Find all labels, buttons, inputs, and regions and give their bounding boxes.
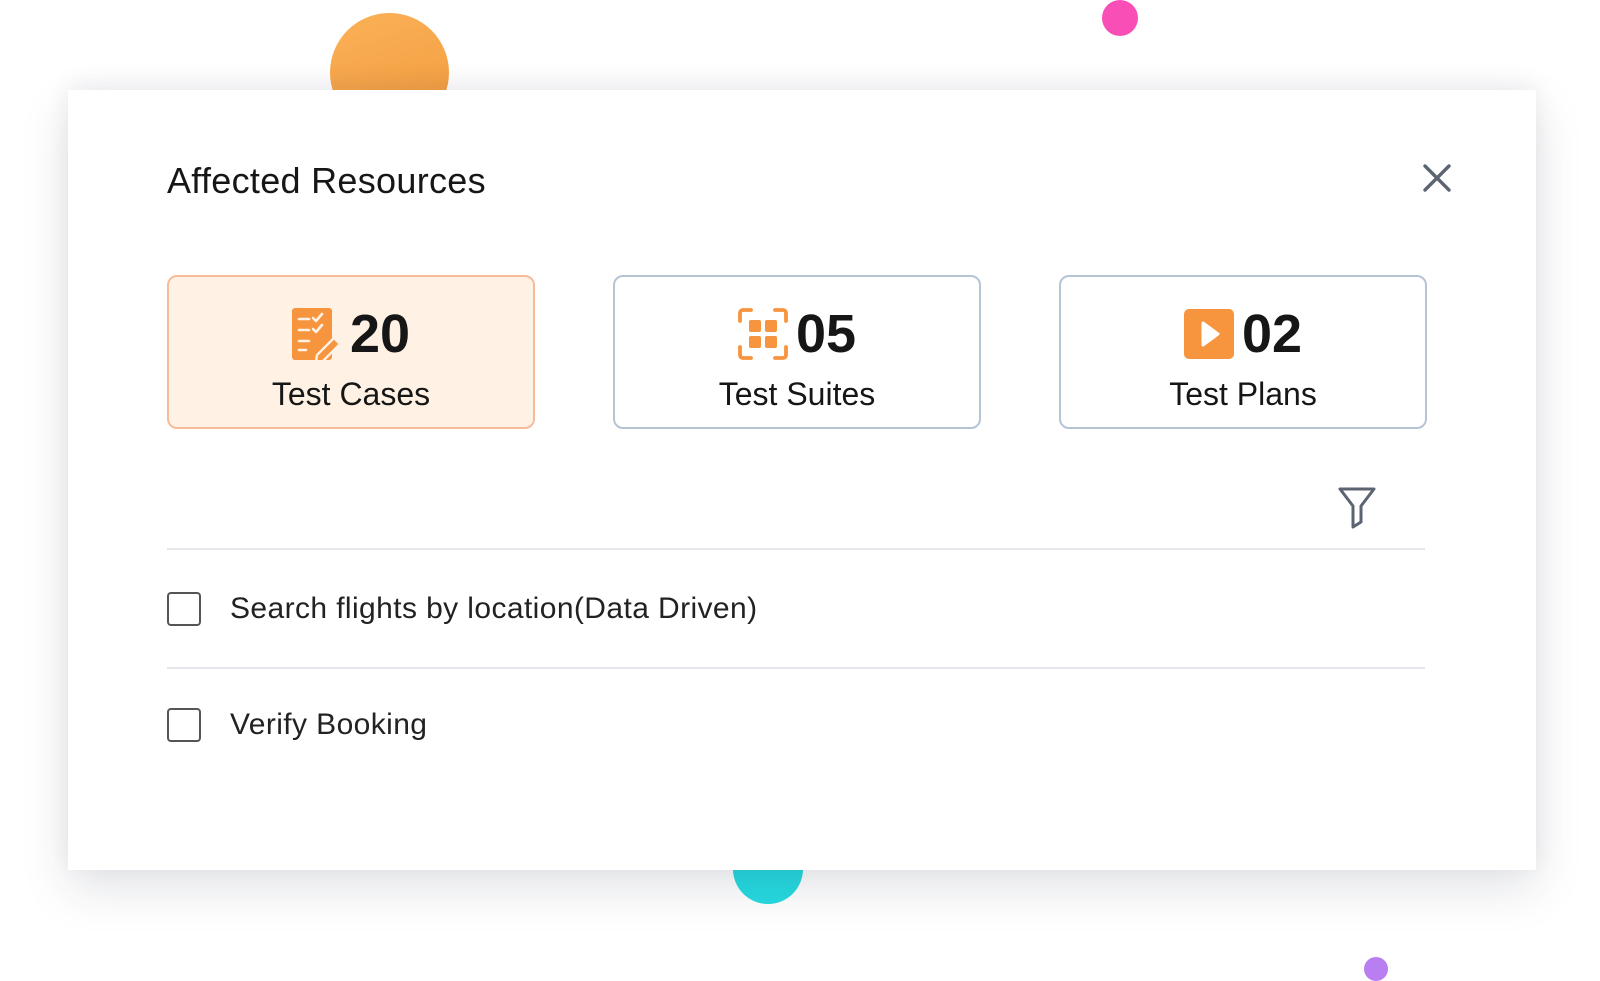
affected-resources-modal: Affected Resources 20 Test Cases 05 Test… [68,90,1536,870]
test-cases-count: 20 [349,304,411,364]
test-plans-card[interactable]: 02 Test Plans [1059,275,1427,429]
list-item: Search flights by location(Data Driven) [167,589,1425,629]
filter-button[interactable] [1337,485,1377,529]
test-cases-icon [291,308,342,360]
test-plans-icon [1183,308,1234,360]
test-plans-count: 02 [1241,304,1303,364]
list-item-label: Search flights by location(Data Driven) [230,592,758,625]
test-suites-count: 05 [795,304,857,364]
test-plans-label: Test Plans [1169,376,1317,412]
test-suites-icon [738,308,788,360]
test-cases-label: Test Cases [271,376,431,412]
list-row-divider [167,667,1425,669]
list-item-checkbox[interactable] [167,592,201,626]
decorative-pink-dot [1102,0,1138,36]
modal-title: Affected Resources [167,160,486,201]
test-suites-card[interactable]: 05 Test Suites [613,275,981,429]
list-item-label: Verify Booking [230,708,428,741]
filter-icon [1338,487,1376,529]
list-item-checkbox[interactable] [167,708,201,742]
close-icon [1423,164,1451,192]
test-cases-card[interactable]: 20 Test Cases [167,275,535,429]
close-button[interactable] [1417,158,1457,198]
list-header-divider [167,548,1425,550]
decorative-purple-dot [1364,957,1388,981]
list-item: Verify Booking [167,705,1425,745]
test-suites-label: Test Suites [718,376,876,412]
